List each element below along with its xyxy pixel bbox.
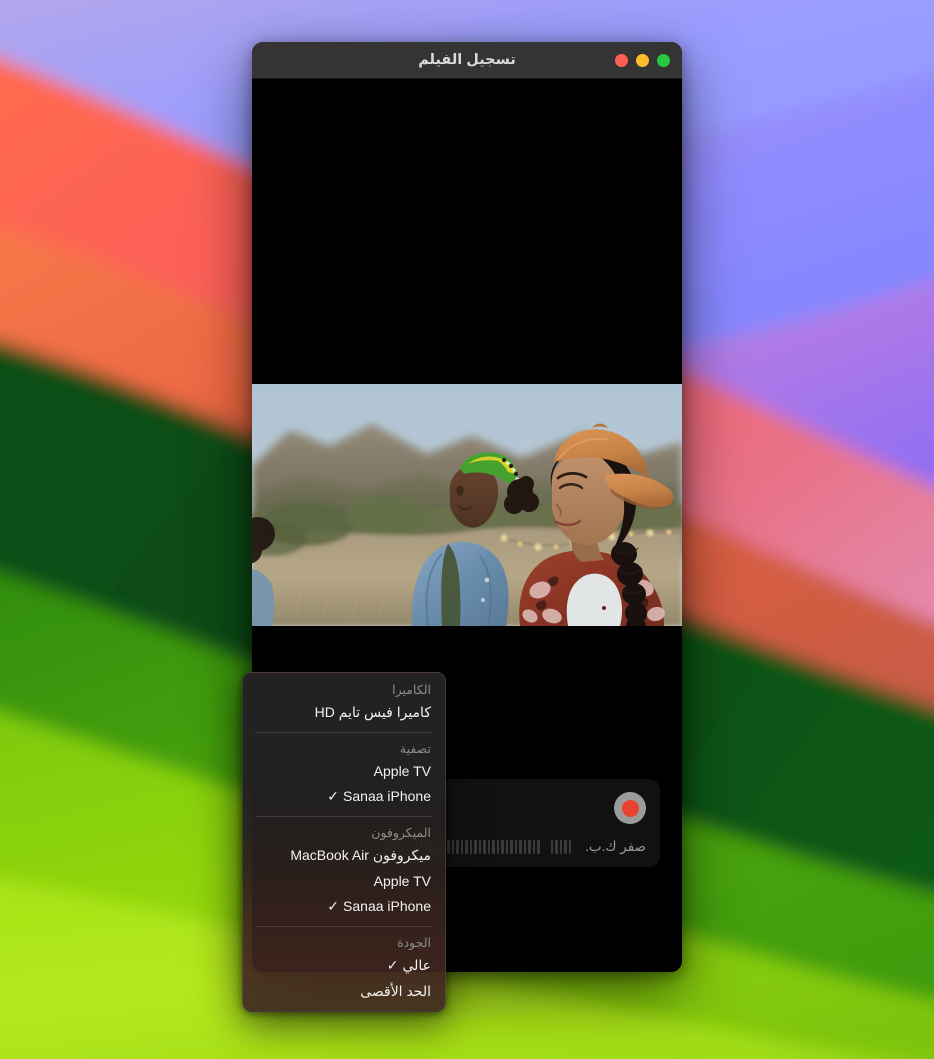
waveform-bar bbox=[523, 840, 527, 854]
waveform-bar bbox=[496, 840, 500, 854]
waveform-bar bbox=[501, 840, 504, 854]
waveform-bar bbox=[568, 840, 572, 854]
waveform-bar bbox=[447, 840, 450, 854]
waveform-bar bbox=[451, 840, 455, 854]
waveform-bar bbox=[492, 840, 495, 854]
menu-item[interactable]: Apple TV bbox=[243, 869, 445, 894]
menu-item-label: Sanaa iPhone bbox=[343, 898, 431, 914]
menu-item[interactable]: الحد الأقصى bbox=[243, 979, 445, 1005]
waveform-bar bbox=[559, 840, 563, 854]
menu-separator bbox=[255, 732, 433, 733]
record-button[interactable] bbox=[614, 792, 646, 824]
waveform-bar bbox=[456, 840, 459, 854]
waveform-bar bbox=[564, 840, 567, 854]
menu-item-label: Sanaa iPhone bbox=[343, 788, 431, 804]
camera-preview-image bbox=[252, 384, 682, 626]
waveform-bar bbox=[550, 840, 554, 854]
waveform-bar bbox=[469, 840, 473, 854]
menu-item-label: Apple TV bbox=[373, 763, 431, 779]
menu-item-label: الحد الأقصى bbox=[360, 983, 431, 999]
camera-options-popup-menu[interactable]: الكاميرا كاميرا فيس تايم HD تصفية Apple TV S… bbox=[242, 672, 446, 1012]
menu-section-title: الجودة bbox=[397, 936, 431, 950]
window-titlebar[interactable]: تسجيل الفيلم bbox=[252, 42, 682, 79]
waveform-bar bbox=[519, 840, 522, 854]
waveform-bar bbox=[555, 840, 558, 854]
menu-item-label: Apple TV bbox=[373, 873, 431, 889]
zoom-button[interactable] bbox=[657, 54, 670, 67]
waveform-bar bbox=[465, 840, 468, 854]
waveform-bar bbox=[460, 840, 464, 854]
checkmark-icon: ✓ bbox=[327, 898, 340, 914]
menu-section-title: الميكروفون bbox=[371, 826, 431, 840]
menu-item[interactable]: عالي✓ bbox=[243, 953, 445, 979]
menu-separator bbox=[255, 816, 433, 817]
waveform-bar bbox=[514, 840, 518, 854]
menu-section-title: تصفية bbox=[399, 742, 431, 756]
menu-item[interactable]: Apple TV bbox=[243, 759, 445, 784]
waveform-bar bbox=[528, 840, 531, 854]
menu-item-label: عالي bbox=[402, 957, 431, 973]
menu-item-label: كاميرا فيس تايم HD bbox=[314, 704, 431, 720]
close-button[interactable] bbox=[615, 54, 628, 67]
waveform-bar bbox=[505, 840, 509, 854]
menu-item[interactable]: كاميرا فيس تايم HD bbox=[243, 700, 445, 726]
menu-item[interactable]: Sanaa iPhone✓ bbox=[243, 784, 445, 810]
menu-section-title: الكاميرا bbox=[392, 683, 431, 697]
waveform-bar bbox=[483, 840, 486, 854]
checkmark-icon: ✓ bbox=[386, 957, 399, 973]
waveform-bar bbox=[510, 840, 513, 854]
record-dot-icon bbox=[621, 799, 639, 817]
waveform-bar bbox=[474, 840, 477, 854]
waveform-bar bbox=[537, 840, 540, 854]
menu-separator bbox=[255, 926, 433, 927]
minimize-button[interactable] bbox=[636, 54, 649, 67]
menu-item-label: ميكروفون MacBook Air bbox=[290, 847, 431, 863]
file-size-label: صفر ك.ب. bbox=[585, 839, 646, 854]
waveform-bar bbox=[542, 840, 549, 854]
waveform-bar bbox=[487, 840, 491, 854]
waveform-bar bbox=[532, 840, 536, 854]
menu-item[interactable]: Sanaa iPhone✓ bbox=[243, 894, 445, 920]
waveform-bar bbox=[478, 840, 482, 854]
checkmark-icon: ✓ bbox=[327, 788, 340, 804]
window-controls bbox=[615, 42, 670, 79]
menu-item[interactable]: ميكروفون MacBook Air bbox=[243, 843, 445, 869]
